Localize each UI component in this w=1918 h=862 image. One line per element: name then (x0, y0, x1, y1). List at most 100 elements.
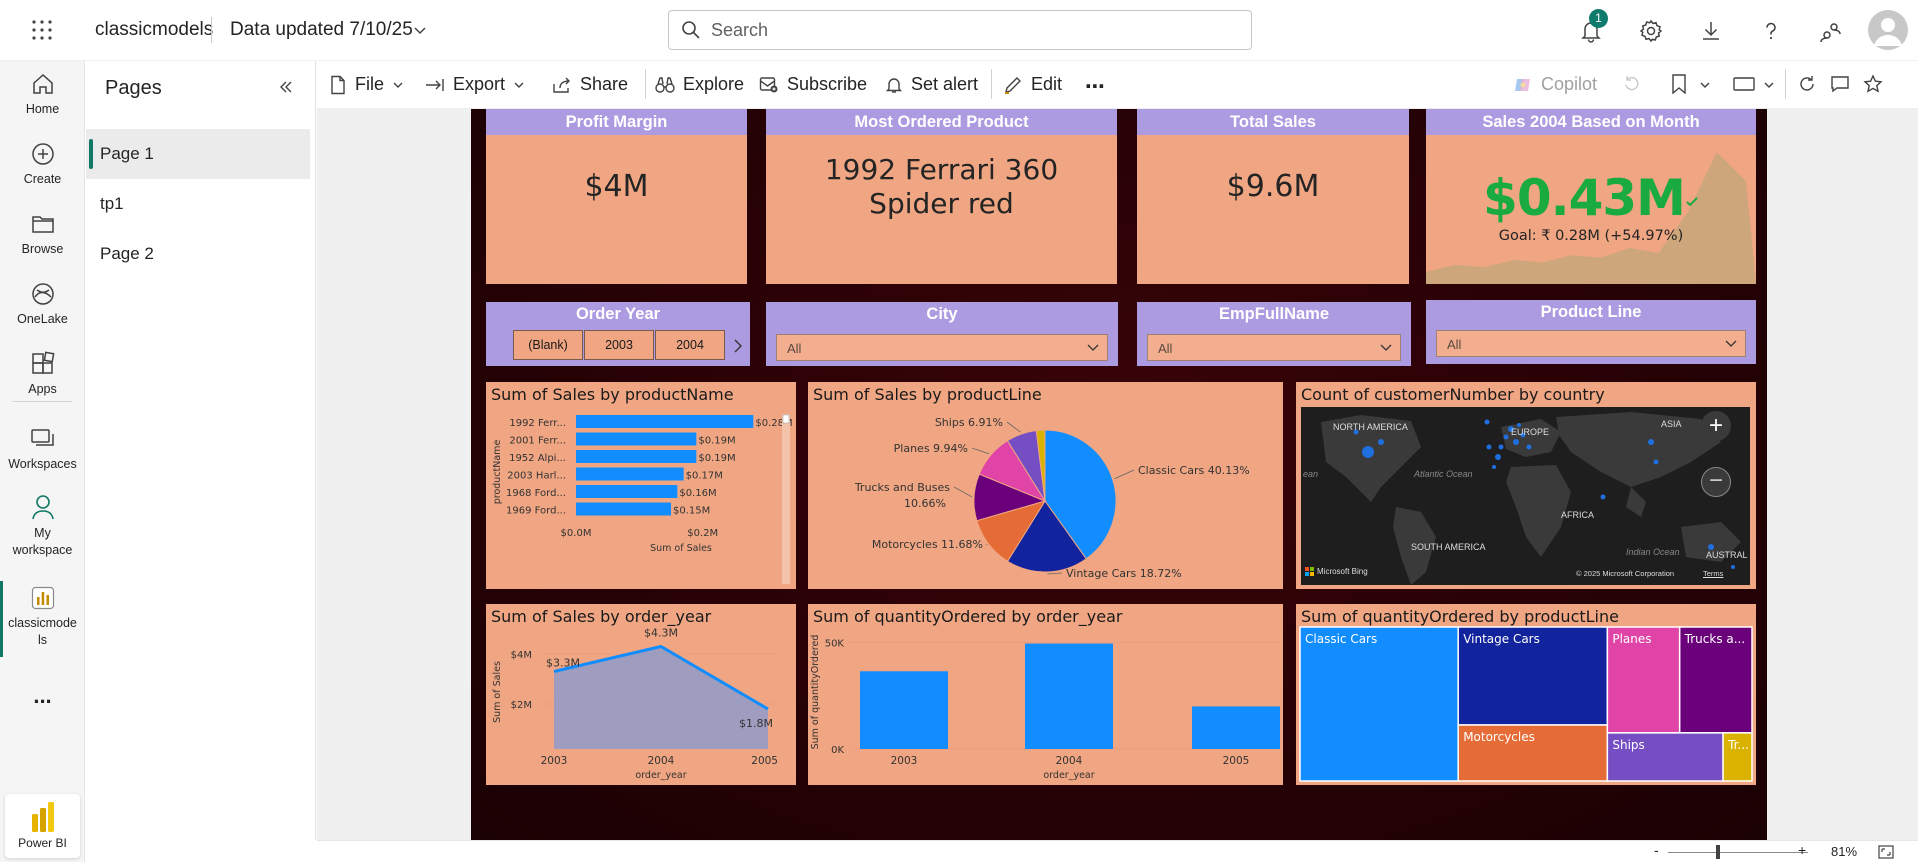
chevron-down-icon[interactable] (1763, 79, 1775, 91)
rail-item-onelake[interactable]: OneLake (0, 281, 85, 328)
data-label: Motorcycles 11.68% (872, 538, 983, 551)
share-button[interactable]: Share (552, 74, 628, 95)
slicer-title: Product Line (1426, 300, 1756, 324)
page-tab-page-1[interactable]: Page 1 (86, 129, 310, 179)
app-launcher-icon[interactable] (30, 18, 54, 42)
workspace-name[interactable]: classicmodels (95, 19, 213, 41)
page-tab-page-2[interactable]: Page 2 (86, 229, 310, 279)
powerbi-switcher[interactable]: Power BI (5, 794, 80, 858)
check-icon (1686, 196, 1698, 206)
explore-button[interactable]: Explore (655, 74, 744, 95)
product-line-dropdown[interactable]: All (1436, 330, 1746, 357)
refresh-icon[interactable] (1798, 75, 1816, 93)
chevron-right-icon[interactable] (732, 338, 744, 354)
help-icon[interactable] (1758, 18, 1784, 44)
zoom-out-icon[interactable]: − (1701, 467, 1731, 497)
bookmark-icon[interactable] (1671, 74, 1687, 94)
export-menu[interactable]: Export (425, 74, 525, 95)
edit-label: Edit (1031, 74, 1063, 94)
leader-line (1114, 469, 1135, 480)
kpi-card-most-ordered-product[interactable]: Most Ordered Product 1992 Ferrari 360 Sp… (766, 109, 1117, 284)
set-alert-button[interactable]: Set alert (885, 74, 978, 95)
subscribe-button[interactable]: Subscribe (759, 74, 867, 95)
zoom-out-button[interactable]: - (1654, 842, 1659, 858)
file-menu[interactable]: File (329, 74, 404, 95)
rail-item-my-workspace[interactable]: My workspace (0, 493, 85, 559)
column-chart-quantity-by-year[interactable]: Sum of quantityOrdered by order_year 0K 5… (808, 604, 1283, 785)
data-updated-label[interactable]: Data updated 7/10/25 (230, 19, 413, 41)
kpi-card-profit-margin[interactable]: Profit Margin $4M (486, 109, 747, 284)
zoom-in-icon[interactable]: + (1701, 411, 1731, 441)
chevron-down-icon[interactable] (412, 22, 428, 38)
slicer-city: City All (766, 302, 1118, 366)
report-toolbar: File Export Share Explore Subscribe Set … (317, 61, 1918, 109)
share-people-icon[interactable] (1818, 18, 1844, 44)
rail-more-button[interactable]: ... (0, 683, 85, 709)
file-label: File (355, 74, 385, 94)
toolbar-divider (645, 69, 646, 99)
comment-icon[interactable] (1830, 75, 1850, 93)
page-tab-tp1[interactable]: tp1 (86, 179, 310, 229)
pie-chart-sales-by-productline[interactable]: Sum of Sales by productLine Classic Cars… (808, 382, 1283, 589)
status-bar: - + 81% (317, 840, 1918, 862)
kpi-value-line: Spider red (869, 187, 1014, 220)
dropdown-value: All (1447, 337, 1462, 352)
star-icon[interactable] (1863, 74, 1883, 94)
download-icon[interactable] (1698, 18, 1724, 44)
slicer-option-blank[interactable]: (Blank) (513, 330, 583, 360)
bar-chart-sales-by-product[interactable]: Sum of Sales by productName 1992 Ferr...… (486, 382, 796, 589)
fit-to-page-icon[interactable] (1878, 845, 1894, 859)
map-terms-link[interactable]: Terms (1703, 569, 1723, 578)
tick-label: 2004 (1056, 755, 1083, 767)
rail-item-apps[interactable]: Apps (0, 351, 85, 398)
kpi-title: Most Ordered Product (766, 109, 1117, 135)
reset-icon[interactable] (1623, 75, 1641, 93)
data-label: Classic Cars 40.13% (1138, 464, 1250, 477)
gear-icon[interactable] (1638, 18, 1664, 44)
zoom-slider[interactable] (1668, 852, 1808, 853)
area-chart-sales-by-year[interactable]: Sum of Sales by order_year $2M $4M $3.3M $4… (486, 604, 796, 785)
rail-label: Browse (21, 242, 64, 256)
edit-button[interactable]: Edit (1003, 74, 1062, 95)
rail-item-create[interactable]: Create (0, 141, 85, 188)
map-customers-by-country[interactable]: Count of customerNumber by country NORTH… (1296, 382, 1756, 589)
rail-item-classicmodels[interactable]: classicmode ls (0, 585, 85, 649)
view-icon[interactable] (1733, 76, 1755, 92)
bar-chart-plot: 1992 Ferr... $0.28M2001 Ferr... $0.19M1952… (492, 414, 793, 584)
rail-label: ls (37, 633, 48, 647)
rail-item-workspaces[interactable]: Workspaces (0, 426, 85, 473)
search-box[interactable] (668, 10, 1252, 50)
search-icon (682, 21, 700, 39)
copilot-button[interactable]: Copilot (1513, 74, 1597, 95)
share-label: Share (580, 74, 629, 94)
city-dropdown[interactable]: All (776, 334, 1108, 361)
slicer-option-2003[interactable]: 2003 (584, 330, 654, 360)
empfullname-dropdown[interactable]: All (1147, 334, 1401, 361)
map-label: AUSTRAL (1706, 550, 1748, 560)
slicer-option-2004[interactable]: 2004 (655, 330, 725, 360)
map-label: ASIA (1661, 419, 1682, 429)
treemap-label: Motorcycles (1463, 730, 1535, 744)
rail-item-home[interactable]: Home (0, 71, 85, 118)
search-input[interactable] (711, 19, 1231, 41)
treemap-quantity-by-productline[interactable]: Sum of quantityOrdered by productLine Cl… (1296, 604, 1756, 785)
chevron-down-icon[interactable] (1699, 79, 1711, 91)
map-label: NORTH AMERICA (1333, 422, 1408, 432)
collapse-panel-icon[interactable] (278, 79, 294, 95)
bar (1025, 643, 1113, 749)
rail-item-browse[interactable]: Browse (0, 211, 85, 258)
kpi-card-total-sales[interactable]: Total Sales $9.6M (1137, 109, 1409, 284)
copilot-icon (1515, 78, 1530, 91)
kpi-title: Sales 2004 Based on Month (1426, 109, 1756, 135)
rail-label: Create (23, 172, 62, 186)
avatar[interactable] (1868, 10, 1908, 50)
kpi-card-sales-2004[interactable]: Sales 2004 Based on Month $0.43M Goal: ₹… (1426, 109, 1756, 284)
more-options-button[interactable]: ⋯ (1085, 74, 1105, 99)
zoom-slider-thumb[interactable] (1716, 845, 1720, 859)
chevron-down-icon (1087, 344, 1099, 351)
export-icon (426, 78, 444, 91)
left-navigation-rail: Home Create Browse OneLake Apps Workspac… (0, 61, 85, 862)
map-canvas[interactable]: NORTH AMERICA EUROPE ASIA Atlantic Ocean… (1301, 407, 1750, 585)
zoom-in-button[interactable]: + (1798, 842, 1806, 858)
data-label: $3.3M (546, 657, 580, 670)
